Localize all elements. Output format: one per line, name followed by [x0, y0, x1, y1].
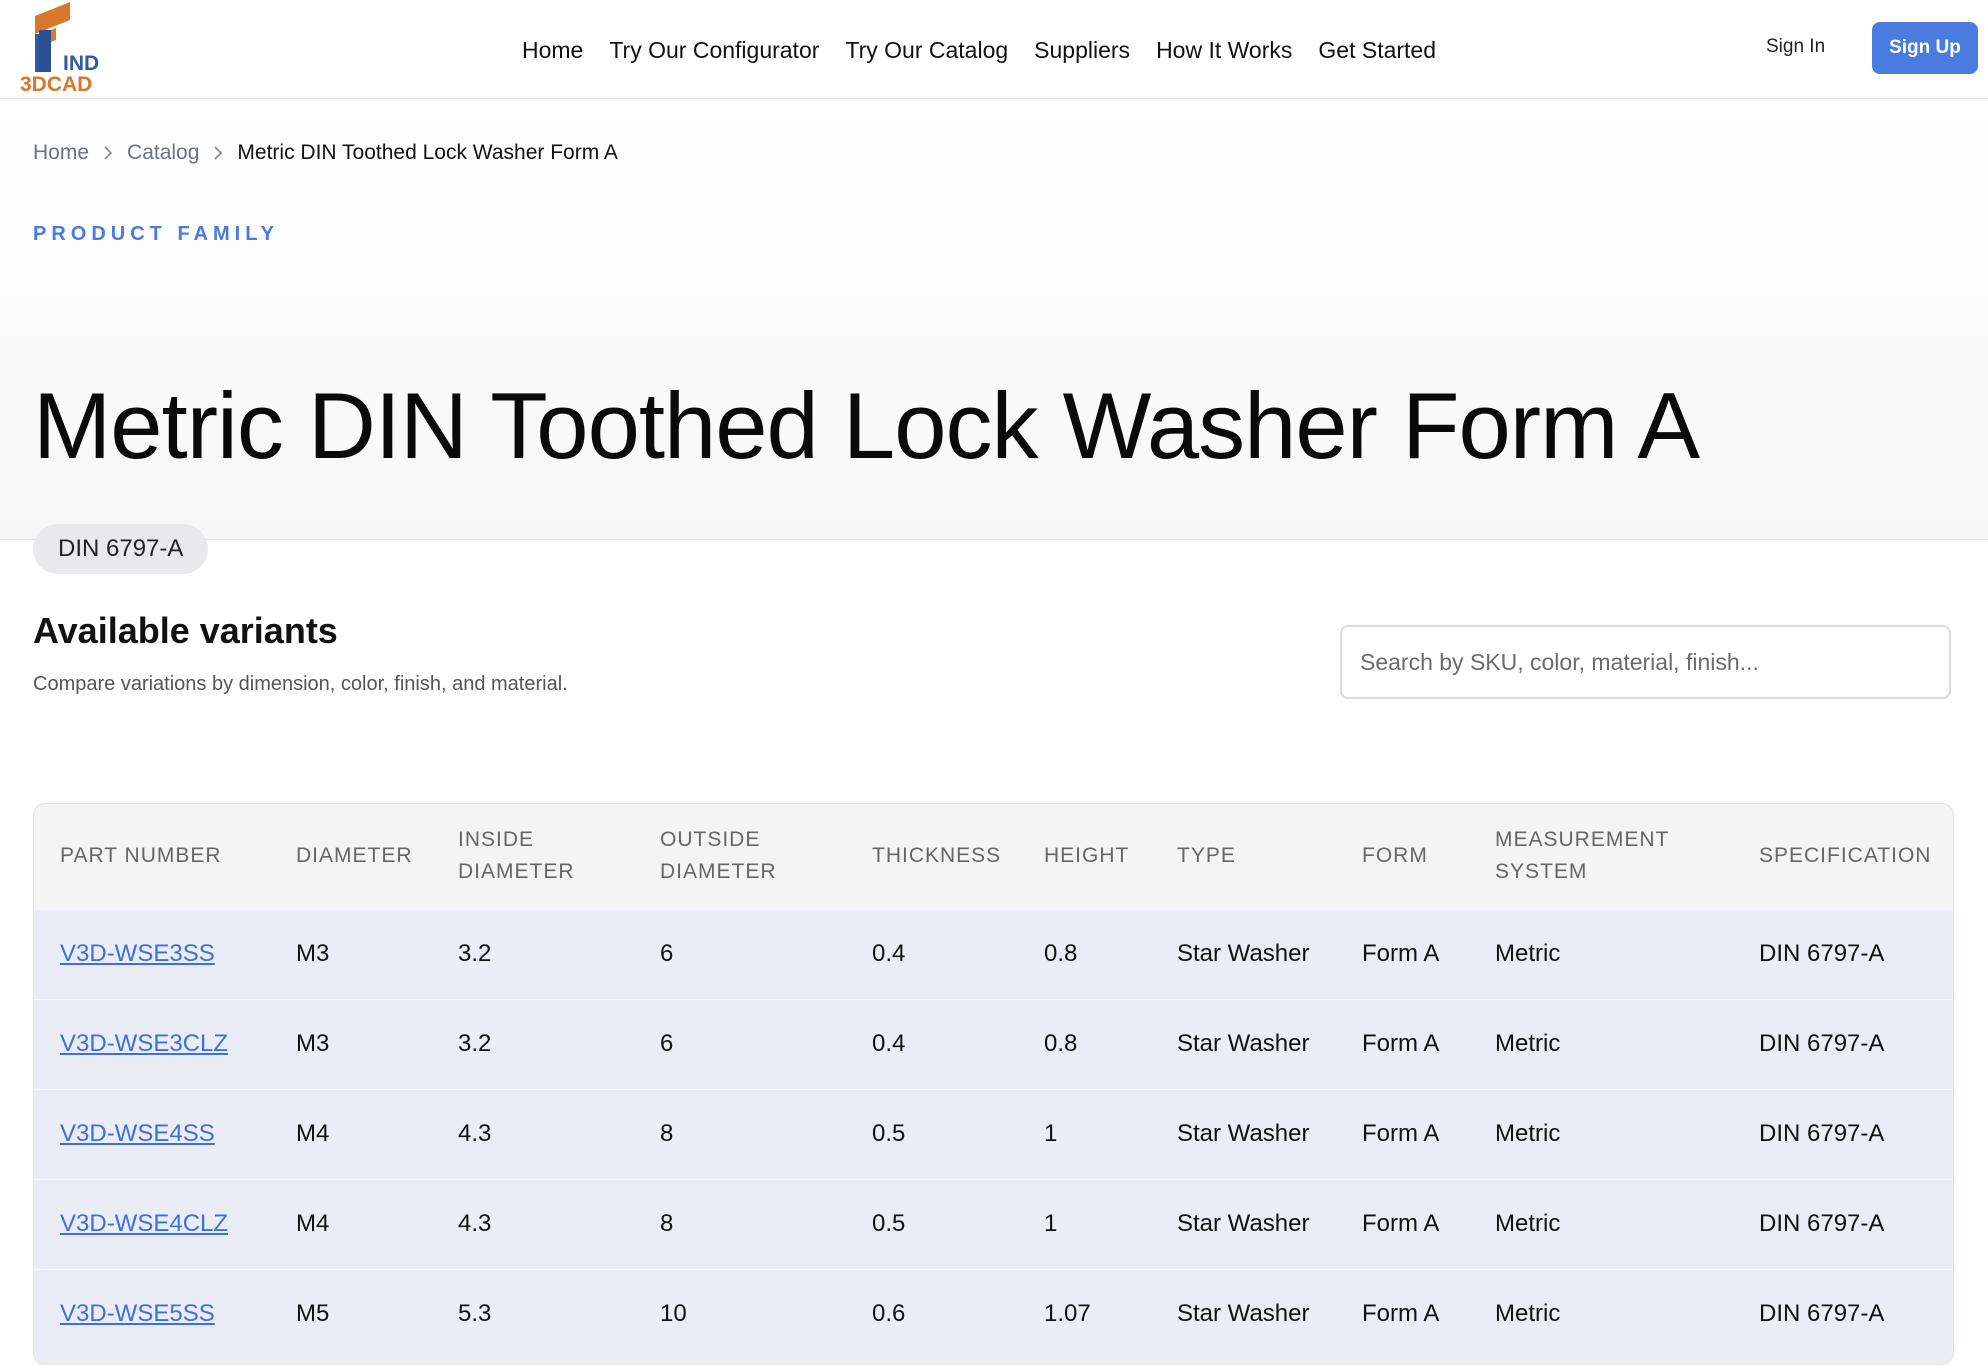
cell-inside-diameter: 4.3: [458, 1120, 492, 1147]
cell-height: 1: [1044, 1120, 1058, 1147]
cell-height: 0.8: [1044, 1030, 1078, 1057]
cell-form: Form A: [1362, 1300, 1440, 1328]
column-header-height[interactable]: HEIGHT: [1018, 804, 1151, 909]
part-number-link[interactable]: V3D-WSE4CLZ: [60, 1210, 228, 1237]
part-number-link[interactable]: V3D-WSE3SS: [60, 940, 215, 967]
column-header-thickness[interactable]: THICKNESS: [846, 804, 1018, 909]
cell-inside-diameter: 3.2: [458, 940, 492, 967]
cell-form: Form A: [1362, 1120, 1440, 1147]
variants-subtitle: Compare variations by dimension, color, …: [33, 673, 568, 695]
breadcrumb-home[interactable]: Home: [33, 141, 89, 165]
column-header-outside-diameter[interactable]: OUTSIDE DIAMETER: [634, 804, 846, 909]
cell-outside-diameter: 8: [660, 1120, 674, 1147]
cell-type: Star Washer: [1177, 940, 1310, 967]
breadcrumb-current: Metric DIN Toothed Lock Washer Form A: [237, 141, 618, 164]
nav-how-it-works[interactable]: How It Works: [1156, 37, 1292, 64]
cell-type: Star Washer: [1177, 1030, 1310, 1057]
cell-diameter: M4: [296, 1120, 330, 1147]
cell-thickness: 0.5: [872, 1210, 906, 1237]
cell-outside-diameter: 10: [660, 1300, 687, 1328]
part-number-link[interactable]: V3D-WSE3CLZ: [60, 1030, 228, 1057]
table-row: V3D-WSE4CLZ M4 4.3 8 0.5 1 Star Washer F…: [34, 1179, 1953, 1269]
column-header-measurement-system[interactable]: MEASUREMENT SYSTEM: [1469, 804, 1733, 909]
cell-type: Star Washer: [1177, 1210, 1310, 1237]
cell-form: Form A: [1362, 1210, 1440, 1237]
cell-diameter: M5: [296, 1300, 330, 1328]
cell-type: Star Washer: [1177, 1120, 1310, 1147]
find3dcad-logo[interactable]: IND 3DCAD: [18, 0, 128, 94]
chevron-right-icon: [214, 146, 223, 160]
cell-outside-diameter: 6: [660, 1030, 674, 1057]
cell-form: Form A: [1362, 940, 1440, 967]
nav-suppliers[interactable]: Suppliers: [1034, 37, 1130, 64]
cell-height: 1.07: [1044, 1300, 1091, 1328]
variants-heading: Available variants: [33, 610, 338, 651]
part-number-link[interactable]: V3D-WSE5SS: [60, 1300, 215, 1327]
part-number-link[interactable]: V3D-WSE4SS: [60, 1120, 215, 1147]
cell-measurement-system: Metric: [1495, 1300, 1561, 1328]
table-row: V3D-WSE5SS M5 5.3 10 0.6 1.07 Star Washe…: [34, 1269, 1953, 1359]
table-row: V3D-WSE3SS M3 3.2 6 0.4 0.8 Star Washer …: [34, 909, 1953, 999]
table-row: V3D-WSE4SS M4 4.3 8 0.5 1 Star Washer Fo…: [34, 1089, 1953, 1179]
top-navigation-bar: IND 3DCAD Home Try Our Configurator Try …: [0, 0, 1988, 99]
cell-height: 1: [1044, 1210, 1058, 1237]
table-row: V3D-WSE3CLZ M3 3.2 6 0.4 0.8 Star Washer…: [34, 999, 1953, 1089]
cell-thickness: 0.4: [872, 940, 906, 967]
cell-thickness: 0.5: [872, 1120, 906, 1147]
nav-configurator[interactable]: Try Our Configurator: [609, 37, 819, 64]
cell-diameter: M3: [296, 1030, 330, 1057]
cell-inside-diameter: 4.3: [458, 1210, 492, 1237]
nav-catalog[interactable]: Try Our Catalog: [845, 37, 1008, 64]
column-header-inside-diameter[interactable]: INSIDE DIAMETER: [432, 804, 634, 909]
sign-in-link[interactable]: Sign In: [1766, 36, 1825, 58]
cell-height: 0.8: [1044, 940, 1078, 967]
specification-badge: DIN 6797-A: [33, 524, 209, 574]
variants-table-container: PART NUMBER DIAMETER INSIDE DIAMETER OUT…: [33, 803, 1954, 1365]
cell-thickness: 0.4: [872, 1030, 906, 1057]
chevron-right-icon: [104, 146, 113, 160]
cell-measurement-system: Metric: [1495, 940, 1561, 967]
cell-inside-diameter: 5.3: [458, 1300, 492, 1328]
variants-table: PART NUMBER DIAMETER INSIDE DIAMETER OUT…: [34, 804, 1953, 1359]
cell-outside-diameter: 6: [660, 940, 674, 967]
logo-wordmark-bottom: 3DCAD: [20, 73, 92, 94]
variant-search-input[interactable]: [1340, 625, 1951, 699]
page-title: Metric DIN Toothed Lock Washer Form A: [33, 373, 1700, 478]
cell-specification: DIN 6797-A: [1759, 940, 1885, 967]
logo-wordmark-top: IND: [63, 52, 99, 75]
column-header-specification[interactable]: SPECIFICATION: [1733, 804, 1953, 909]
sign-up-button[interactable]: Sign Up: [1872, 22, 1978, 74]
cell-diameter: M3: [296, 940, 330, 967]
cell-diameter: M4: [296, 1210, 330, 1237]
cell-form: Form A: [1362, 1030, 1440, 1057]
product-hero: Home Catalog Metric DIN Toothed Lock Was…: [0, 99, 1988, 574]
nav-get-started[interactable]: Get Started: [1318, 37, 1436, 64]
cell-inside-diameter: 3.2: [458, 1030, 492, 1057]
cell-thickness: 0.6: [872, 1300, 906, 1328]
breadcrumb: Home Catalog Metric DIN Toothed Lock Was…: [33, 141, 618, 165]
cell-measurement-system: Metric: [1495, 1210, 1561, 1237]
cell-measurement-system: Metric: [1495, 1120, 1561, 1147]
product-family-label: PRODUCT FAMILY: [33, 223, 279, 245]
cell-type: Star Washer: [1177, 1300, 1310, 1328]
column-header-type[interactable]: TYPE: [1151, 804, 1336, 909]
table-header-row: PART NUMBER DIAMETER INSIDE DIAMETER OUT…: [34, 804, 1953, 909]
cell-measurement-system: Metric: [1495, 1030, 1561, 1057]
column-header-form[interactable]: FORM: [1336, 804, 1469, 909]
cell-specification: DIN 6797-A: [1759, 1030, 1885, 1057]
cell-specification: DIN 6797-A: [1759, 1300, 1885, 1328]
column-header-part-number[interactable]: PART NUMBER: [34, 804, 270, 909]
main-nav: Home Try Our Configurator Try Our Catalo…: [522, 30, 1462, 70]
breadcrumb-catalog[interactable]: Catalog: [127, 141, 199, 165]
column-header-diameter[interactable]: DIAMETER: [270, 804, 432, 909]
cell-outside-diameter: 8: [660, 1210, 674, 1237]
cell-specification: DIN 6797-A: [1759, 1210, 1885, 1237]
nav-home[interactable]: Home: [522, 37, 583, 64]
cell-specification: DIN 6797-A: [1759, 1120, 1885, 1147]
